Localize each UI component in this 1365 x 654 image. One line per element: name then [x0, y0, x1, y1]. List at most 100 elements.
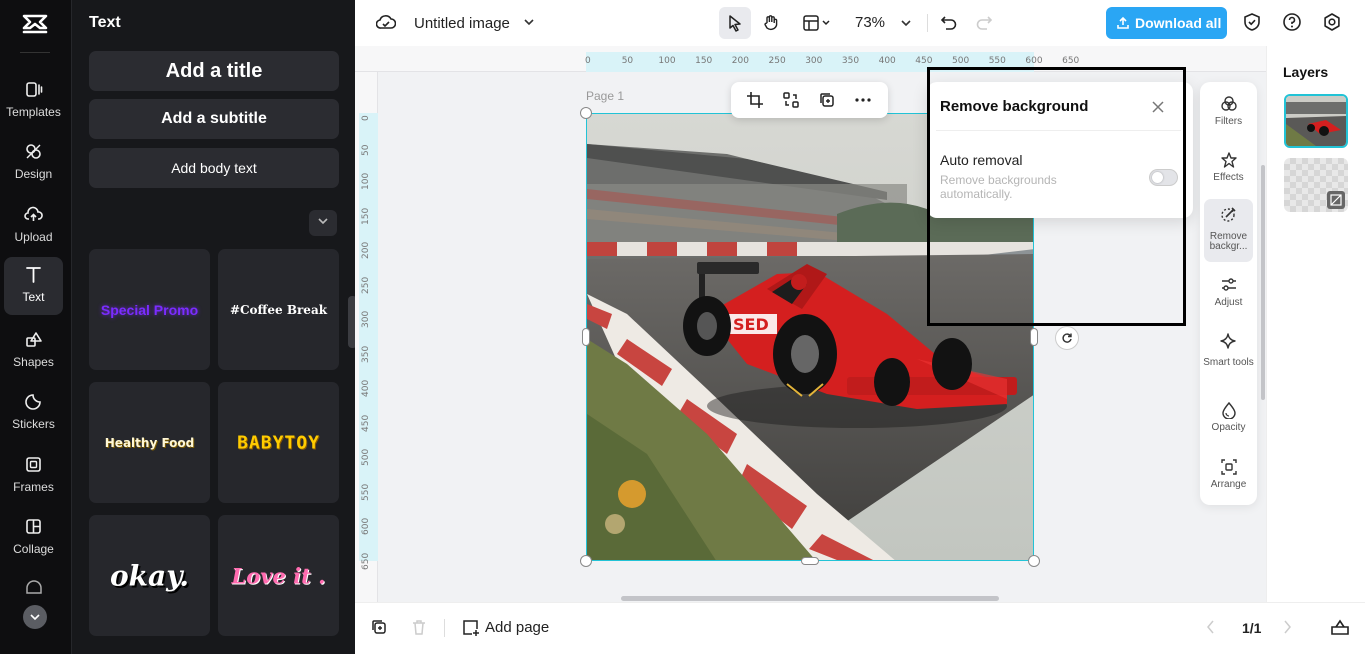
auto-removal-toggle[interactable]: [1149, 169, 1178, 186]
resize-handle-top-left[interactable]: [580, 107, 592, 119]
layer-item-image[interactable]: [1284, 94, 1348, 148]
tool-label: Smart tools: [1203, 357, 1254, 368]
download-all-button[interactable]: Download all: [1106, 7, 1227, 39]
brand-kit-icon[interactable]: [24, 579, 44, 595]
redo-icon[interactable]: [975, 14, 993, 32]
toggle-knob: [1152, 172, 1163, 183]
chevron-down-icon[interactable]: [900, 18, 912, 28]
remove-background-popup: Remove background Auto removal Remove ba…: [927, 82, 1193, 218]
pages-panel-icon[interactable]: [1330, 618, 1350, 636]
sidebar-item-collage[interactable]: Collage: [4, 509, 63, 567]
vertical-scrollbar[interactable]: [1261, 165, 1265, 400]
ruler-tick-label: 350: [361, 345, 371, 363]
cloud-sync-icon[interactable]: [376, 13, 396, 31]
ruler-tick-label: 400: [361, 379, 371, 397]
text-style-babytoy[interactable]: BABYTOY: [218, 382, 339, 503]
sidebar-item-label: Shapes: [13, 355, 54, 369]
sidebar-item-frames[interactable]: Frames: [4, 447, 63, 505]
text-style-preview: okay.: [109, 559, 190, 592]
delete-page-icon[interactable]: [410, 618, 428, 636]
resize-handle-bottom-left[interactable]: [580, 555, 592, 567]
horizontal-scrollbar[interactable]: [621, 596, 999, 601]
design-icon: [26, 144, 41, 159]
sidebar-item-stickers[interactable]: Stickers: [4, 384, 63, 442]
resize-handle-left[interactable]: [582, 328, 590, 346]
settings-icon[interactable]: [1322, 12, 1342, 32]
ruler-tick-label: 50: [621, 56, 634, 66]
previous-page-icon[interactable]: [1205, 618, 1217, 636]
page-label[interactable]: Page 1: [586, 89, 624, 103]
ruler-tick-label: 600: [361, 517, 371, 535]
expand-more-button[interactable]: [23, 605, 47, 629]
layer-item-background[interactable]: [1284, 158, 1348, 212]
sidebar-item-label: Design: [14, 167, 53, 181]
tool-remove-background[interactable]: Remove backgr...: [1204, 199, 1253, 262]
next-page-icon[interactable]: [1281, 618, 1293, 636]
background-layer-icon: [1327, 191, 1345, 209]
text-style-love-it[interactable]: Love it .: [218, 515, 339, 636]
add-page-button[interactable]: Add page: [485, 619, 549, 636]
expand-presets-button[interactable]: [309, 210, 337, 236]
text-panel: Text Add a title Add a subtitle Add body…: [72, 0, 357, 654]
download-all-label: Download all: [1135, 15, 1222, 31]
capcut-logo-icon[interactable]: [21, 11, 49, 37]
panel-title: Text: [89, 14, 121, 31]
auto-removal-description: Remove backgrounds automatically.: [940, 173, 1057, 201]
document-title[interactable]: Untitled image: [414, 15, 510, 32]
tool-adjust[interactable]: Adjust: [1204, 270, 1253, 318]
text-style-preview: #Coffee Break: [229, 302, 328, 317]
resize-handle-bottom[interactable]: [801, 557, 819, 565]
ruler-tick-label: 400: [878, 56, 896, 66]
text-style-special-promo[interactable]: Special Promo: [89, 249, 210, 370]
close-icon[interactable]: [1151, 100, 1165, 114]
resize-handle-right[interactable]: [1030, 328, 1038, 346]
chevron-down-icon: [318, 218, 328, 225]
ruler-tick-label: 450: [915, 56, 933, 66]
replace-icon[interactable]: [782, 91, 800, 109]
app-window: Templates Design Upload Text Shapes Stic…: [0, 0, 1365, 654]
arrange-icon: [1221, 459, 1237, 475]
text-style-preview: Love it .: [231, 563, 326, 588]
ruler-tick-label: 100: [658, 56, 676, 66]
ruler-tick-label: 450: [361, 414, 371, 432]
zoom-level[interactable]: 73%: [855, 14, 885, 31]
templates-icon: [26, 82, 43, 97]
sidebar-item-design[interactable]: Design: [4, 134, 63, 192]
ruler-tick-label: 650: [1062, 56, 1080, 66]
crop-icon[interactable]: [746, 91, 764, 109]
sidebar-item-shapes[interactable]: Shapes: [4, 322, 63, 380]
sidebar-item-text[interactable]: Text: [4, 257, 63, 315]
layout-icon: [803, 15, 830, 31]
rotate-handle[interactable]: [1055, 326, 1079, 350]
add-page-icon[interactable]: [461, 618, 480, 637]
chevron-down-icon[interactable]: [523, 17, 535, 27]
help-icon[interactable]: [1282, 12, 1302, 32]
ruler-tick-label: 0: [585, 56, 591, 66]
add-subtitle-button[interactable]: Add a subtitle: [89, 99, 339, 139]
more-options-icon[interactable]: [854, 91, 872, 109]
filters-icon: [1221, 96, 1237, 111]
sidebar-item-label: Text: [22, 290, 45, 304]
tool-filters[interactable]: Filters: [1204, 89, 1253, 137]
sidebar-item-upload[interactable]: Upload: [4, 197, 63, 255]
hand-tool-button[interactable]: [755, 7, 787, 39]
effects-icon: [1221, 152, 1237, 168]
tool-effects[interactable]: Effects: [1204, 145, 1253, 193]
duplicate-page-icon[interactable]: [370, 618, 388, 636]
shield-check-icon[interactable]: [1242, 12, 1262, 32]
text-style-healthy-food[interactable]: Healthy Food: [89, 382, 210, 503]
duplicate-icon[interactable]: [818, 91, 836, 109]
add-title-button[interactable]: Add a title: [89, 51, 339, 91]
layout-menu-button[interactable]: [795, 7, 839, 39]
ruler-tick-label: 300: [361, 310, 371, 328]
tool-arrange[interactable]: Arrange: [1204, 452, 1253, 500]
text-style-coffee-break[interactable]: #Coffee Break: [218, 249, 339, 370]
tool-opacity[interactable]: Opacity: [1204, 395, 1253, 443]
undo-icon[interactable]: [940, 14, 958, 32]
select-tool-button[interactable]: [719, 7, 751, 39]
resize-handle-bottom-right[interactable]: [1028, 555, 1040, 567]
text-style-okay[interactable]: okay.: [89, 515, 210, 636]
sidebar-item-templates[interactable]: Templates: [4, 72, 63, 130]
add-body-text-button[interactable]: Add body text: [89, 148, 339, 188]
tool-smart-tools[interactable]: Smart tools: [1203, 326, 1254, 382]
